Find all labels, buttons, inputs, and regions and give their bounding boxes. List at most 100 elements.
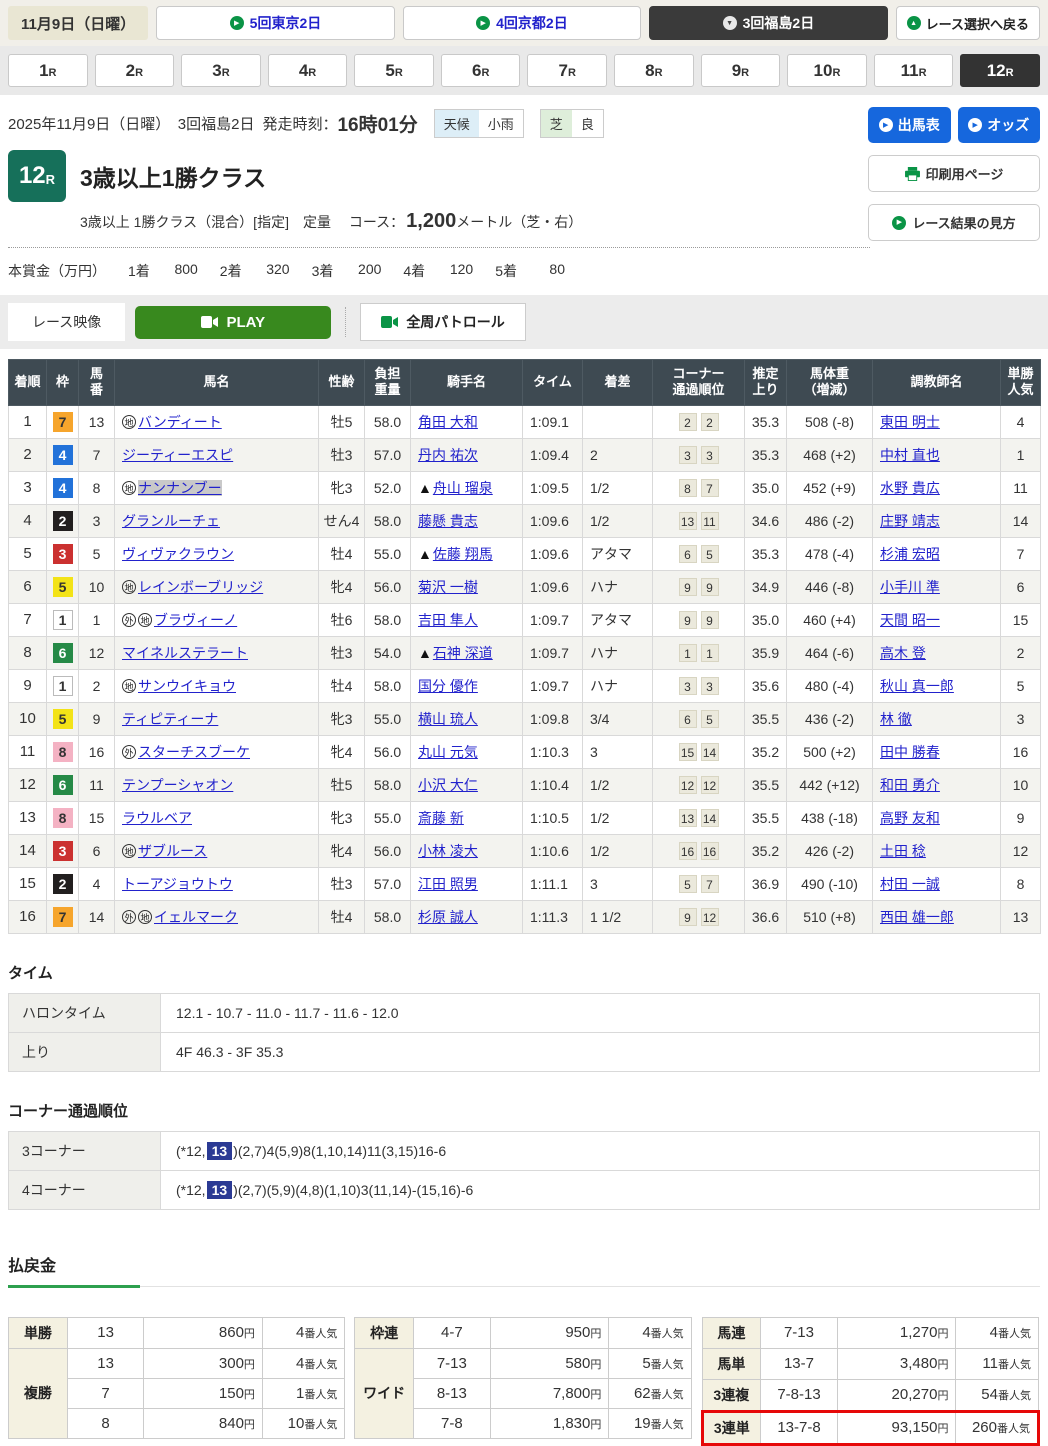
horse-name-cell: ラウルベア: [115, 801, 319, 834]
trainer-link[interactable]: 土田 稔: [880, 843, 926, 859]
trainer-link[interactable]: 和田 勇介: [880, 777, 940, 793]
race-tab-3r[interactable]: 3R: [181, 54, 261, 87]
race-tab-7r[interactable]: 7R: [527, 54, 607, 87]
jockey-link[interactable]: 横山 琉人: [418, 711, 478, 727]
race-tab-1r[interactable]: 1R: [8, 54, 88, 87]
win-favorite-rank: 12: [1001, 834, 1041, 867]
race-tab-9r[interactable]: 9R: [701, 54, 781, 87]
payout-favorite-rank: 4番人気: [609, 1317, 691, 1348]
jockey-link[interactable]: 菊沢 一樹: [418, 579, 478, 595]
jockey-link[interactable]: 丹内 祐次: [418, 447, 478, 463]
jockey-link[interactable]: 小沢 大仁: [418, 777, 478, 793]
race-tab-11r[interactable]: 11R: [874, 54, 954, 87]
waku-badge: 1: [53, 610, 73, 630]
race-tab-2r[interactable]: 2R: [95, 54, 175, 87]
trainer-link[interactable]: 庄野 靖志: [880, 513, 940, 529]
horse-link[interactable]: ブラヴィーノ: [154, 612, 237, 628]
horse-number: 14: [79, 900, 115, 933]
result-guide-button[interactable]: ▶ レース結果の見方: [868, 204, 1040, 241]
venue-tab-1[interactable]: ▶4回京都2日: [403, 6, 641, 40]
corner-position: 7: [701, 875, 719, 893]
payout-combination: 13: [67, 1317, 143, 1348]
results-table: 着順枠馬 番馬名性齢負担 重量騎手名タイム着差コーナー 通過順位推定 上り馬体重…: [8, 359, 1041, 934]
trainer-link[interactable]: 東田 明士: [880, 414, 940, 430]
bet-type-label: 馬単: [702, 1348, 760, 1379]
horse-link[interactable]: ティピティーナ: [122, 711, 218, 727]
horse-link[interactable]: レインボーブリッジ: [138, 579, 263, 595]
horse-number: 8: [79, 471, 115, 504]
play-button[interactable]: PLAY: [135, 306, 331, 339]
trainer-link[interactable]: 秋山 真一郎: [880, 678, 954, 694]
margin: [583, 405, 653, 438]
horse-weight: 500 (+2): [787, 735, 873, 768]
course-suffix: メートル（芝・右）: [456, 214, 582, 230]
shutsuba-button[interactable]: ▶ 出馬表: [868, 107, 951, 143]
trainer-link[interactable]: 田中 勝春: [880, 744, 940, 760]
jockey-link[interactable]: 江田 照男: [418, 876, 478, 892]
video-bar: レース映像 PLAY 全周パトロール: [0, 295, 1048, 349]
trainer-link[interactable]: 中村 直也: [880, 447, 940, 463]
corner-position: 9: [679, 908, 697, 926]
trainer-link[interactable]: 西田 雄一郎: [880, 909, 954, 925]
jockey-link[interactable]: 国分 優作: [418, 678, 478, 694]
patrol-video-button[interactable]: 全周パトロール: [360, 303, 525, 341]
trainer-link[interactable]: 杉浦 宏昭: [880, 546, 940, 562]
payout-combination: 13-7-8: [761, 1411, 838, 1444]
payout-amount: 840円: [144, 1408, 263, 1438]
horse-link[interactable]: ラウルベア: [122, 810, 192, 826]
horse-link[interactable]: ザブルース: [138, 843, 207, 859]
trainer-link[interactable]: 小手川 準: [880, 579, 940, 595]
race-tab-5r[interactable]: 5R: [354, 54, 434, 87]
corner-position: 5: [701, 710, 719, 728]
jockey-link[interactable]: 佐藤 翔馬: [433, 546, 493, 562]
venue-tab-2[interactable]: ▼3回福島2日: [649, 6, 887, 40]
trainer-link[interactable]: 高野 友和: [880, 810, 940, 826]
jockey-link[interactable]: 藤懸 貴志: [418, 513, 478, 529]
trainer-link[interactable]: 林 徹: [880, 711, 912, 727]
corner-positions-cell: 1514: [653, 735, 745, 768]
payout-favorite-rank: 1番人気: [262, 1378, 344, 1408]
horse-link[interactable]: ジーティーエスピ: [122, 447, 233, 463]
back-button-label: レース選択へ戻る: [926, 14, 1029, 33]
print-page-button[interactable]: 印刷用ページ: [868, 155, 1040, 192]
trainer-link[interactable]: 村田 一誠: [880, 876, 940, 892]
mark-地-icon: 地: [122, 415, 136, 429]
trainer-link[interactable]: 天間 昭一: [880, 612, 940, 628]
margin: 1/2: [583, 801, 653, 834]
jockey-link[interactable]: 吉田 隼人: [418, 612, 478, 628]
horse-link[interactable]: イェルマーク: [154, 909, 238, 925]
horse-link[interactable]: ヴィヴァクラウン: [122, 546, 234, 562]
trainer-link[interactable]: 高木 登: [880, 645, 926, 661]
mark-地-icon: 地: [122, 844, 136, 858]
horse-name-cell: トーアジョウトウ: [115, 867, 319, 900]
prize-label: 本賞金（万円）: [8, 261, 106, 281]
race-tab-6r[interactable]: 6R: [441, 54, 521, 87]
waku-cell: 8: [47, 801, 79, 834]
horse-link[interactable]: テンプーシャオン: [122, 777, 233, 793]
race-tab-4r[interactable]: 4R: [268, 54, 348, 87]
results-column-header: 単勝 人気: [1001, 360, 1041, 406]
jockey-cell: ▲佐藤 翔馬: [411, 537, 523, 570]
jockey-link[interactable]: 石神 深道: [433, 645, 493, 661]
back-to-race-select-button[interactable]: ▲ レース選択へ戻る: [896, 6, 1040, 40]
jockey-link[interactable]: 小林 凌大: [418, 843, 478, 859]
venue-tab-0[interactable]: ▶5回東京2日: [156, 6, 394, 40]
race-tab-12r[interactable]: 12R: [960, 54, 1040, 87]
horse-link[interactable]: サンウイキョウ: [138, 678, 236, 694]
horse-link[interactable]: バンディート: [138, 414, 222, 430]
horse-link[interactable]: マイネルステラート: [122, 645, 248, 661]
trainer-link[interactable]: 水野 貴広: [880, 480, 940, 496]
jockey-link[interactable]: 舟山 瑠泉: [433, 480, 493, 496]
jockey-link[interactable]: 杉原 誠人: [418, 909, 478, 925]
jockey-link[interactable]: 丸山 元気: [418, 744, 478, 760]
win-favorite-rank: 2: [1001, 636, 1041, 669]
odds-button[interactable]: ▶ オッズ: [958, 107, 1041, 143]
horse-link[interactable]: スターチスブーケ: [138, 744, 250, 760]
jockey-link[interactable]: 角田 大和: [418, 414, 478, 430]
jockey-link[interactable]: 斎藤 新: [418, 810, 464, 826]
horse-link[interactable]: グランルーチェ: [122, 513, 220, 529]
race-tab-10r[interactable]: 10R: [787, 54, 867, 87]
horse-link[interactable]: トーアジョウトウ: [122, 876, 233, 892]
race-tab-8r[interactable]: 8R: [614, 54, 694, 87]
horse-link[interactable]: ナンナンブー: [138, 480, 222, 496]
